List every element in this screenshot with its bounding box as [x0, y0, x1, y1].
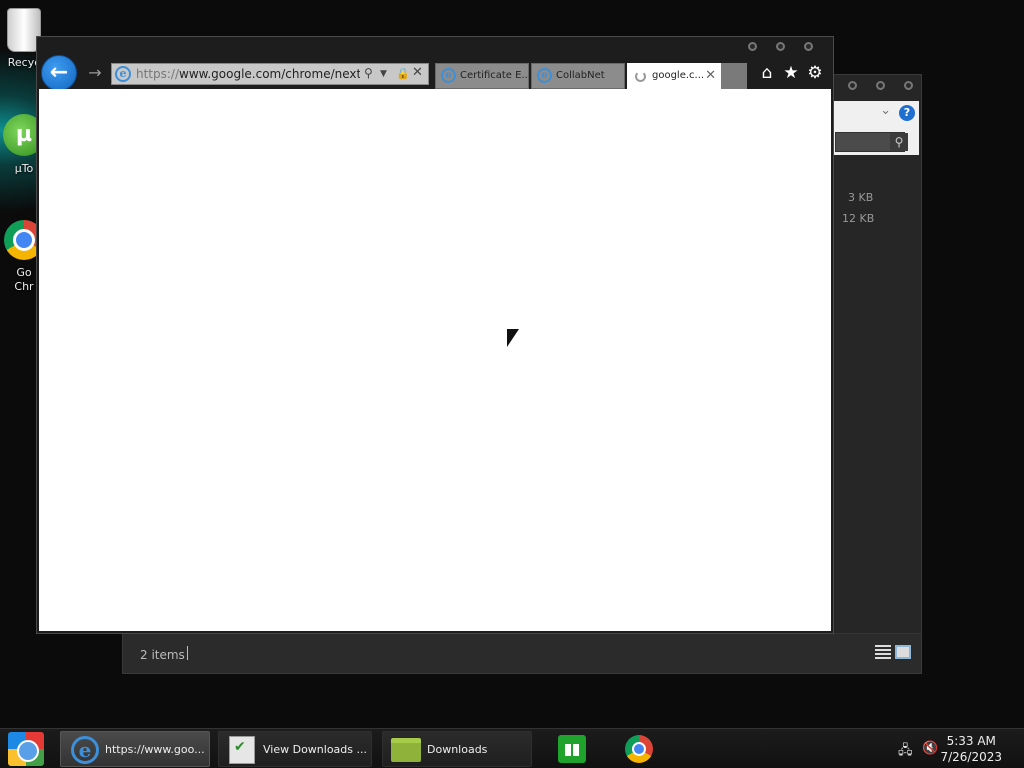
taskbar-ie-button[interactable]: e https://www.goo... [60, 731, 210, 767]
back-button[interactable]: ← [41, 55, 77, 91]
large-icons-view-icon[interactable] [895, 645, 911, 659]
tab-certificate[interactable]: e Certificate E... [435, 63, 531, 89]
status-divider [187, 646, 188, 660]
network-icon[interactable]: 🖧 [898, 741, 913, 763]
close-tab-icon[interactable]: ✕ [705, 68, 716, 83]
clock-date: 7/26/2023 [940, 750, 1002, 764]
tab-label: google.c... [652, 70, 705, 81]
page-content[interactable] [39, 89, 831, 631]
minimize-button[interactable] [848, 81, 857, 90]
favorites-star-icon[interactable]: ★ [781, 63, 801, 83]
ie-tab-icon: e [537, 68, 552, 83]
close-button[interactable] [804, 42, 813, 51]
folder-icon [391, 738, 421, 762]
taskbar-downloads-folder-button[interactable]: Downloads [382, 731, 532, 767]
explorer-status-bar: 2 items [123, 633, 921, 673]
tab-label: Certificate E... [460, 70, 531, 81]
address-bar[interactable]: e https://www.google.com/chrome/next-ste… [111, 63, 429, 85]
mouse-cursor-icon [507, 329, 519, 347]
taskbar-view-downloads-button[interactable]: View Downloads ... [218, 731, 372, 767]
loading-spinner-icon [635, 71, 646, 82]
stop-icon[interactable]: ✕ [412, 65, 423, 80]
maximize-button[interactable] [876, 81, 885, 90]
minimize-button[interactable] [748, 42, 757, 51]
close-button[interactable] [904, 81, 913, 90]
item-count: 2 items [140, 648, 185, 662]
new-tab-button[interactable] [721, 63, 747, 89]
internet-explorer-icon: e [71, 736, 99, 764]
explorer-address-bar[interactable]: ⌄ ? [833, 101, 919, 129]
explorer-window-controls [848, 81, 913, 90]
home-icon[interactable]: ⌂ [757, 63, 777, 83]
lock-icon[interactable]: 🔒 [396, 67, 410, 80]
tab-google[interactable]: google.c... ✕ [627, 63, 721, 89]
browser-window[interactable]: ← → e https://www.google.com/chrome/next… [36, 36, 834, 634]
tab-collabnet[interactable]: e CollabNet [531, 63, 625, 89]
chevron-down-icon[interactable]: ⌄ [880, 103, 891, 118]
start-button[interactable] [8, 732, 44, 766]
explorer-search-input[interactable]: ⚲ [835, 132, 908, 152]
clock-time: 5:33 AM [946, 734, 996, 748]
gear-icon[interactable]: ⚙ [805, 63, 825, 83]
details-view-icon[interactable] [875, 645, 891, 659]
dropdown-arrow-icon[interactable]: ▼ [380, 69, 387, 79]
taskbar-button-label: Downloads [427, 743, 488, 756]
explorer-search-area: ⚲ [833, 129, 919, 155]
forward-button[interactable]: → [85, 63, 105, 83]
search-icon[interactable]: ⚲ [890, 133, 908, 151]
taskbar-button-label: https://www.goo... [105, 743, 205, 756]
url-input[interactable]: https://www.google.com/chrome/next-ste [136, 67, 360, 83]
browser-window-controls [748, 42, 813, 51]
view-downloads-icon [229, 736, 255, 764]
volume-muted-icon[interactable]: 🔇 [922, 741, 938, 756]
taskbar: e https://www.goo... View Downloads ... … [0, 728, 1024, 768]
taskbar-button-label: View Downloads ... [263, 743, 367, 756]
system-clock[interactable]: 5:33 AM 7/26/2023 [940, 733, 1002, 765]
maximize-button[interactable] [776, 42, 785, 51]
file-size: 3 KB [848, 191, 874, 204]
tab-label: CollabNet [556, 70, 605, 81]
chrome-icon[interactable] [625, 735, 653, 763]
ie-tab-icon: e [441, 68, 456, 83]
ie-site-icon: e [115, 66, 131, 82]
help-icon[interactable]: ? [899, 105, 915, 121]
search-icon[interactable]: ⚲ [364, 66, 373, 80]
store-icon[interactable] [558, 735, 586, 763]
file-size: 12 KB [842, 212, 875, 225]
